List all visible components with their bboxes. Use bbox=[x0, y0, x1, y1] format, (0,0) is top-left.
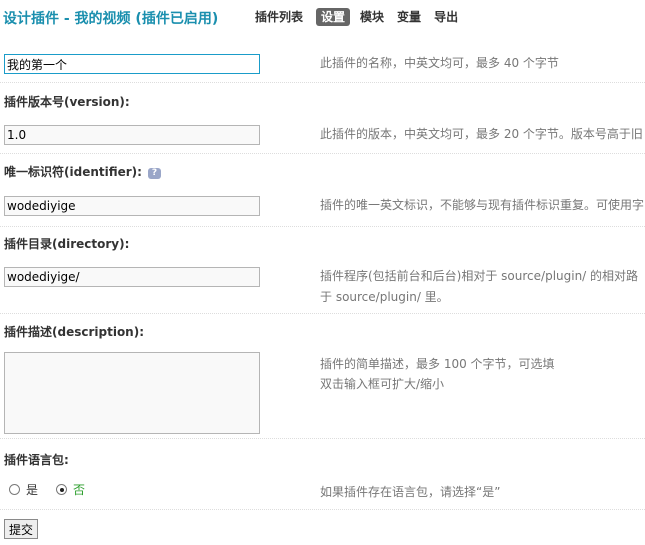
langpack-radio-group: 是 否 bbox=[9, 481, 103, 498]
page-header: 设计插件 - 我的视频 (插件已启用) 插件列表 设置 模块 变量 导出 bbox=[0, 0, 645, 34]
tab-modules[interactable]: 模块 bbox=[360, 8, 384, 26]
tab-settings[interactable]: 设置 bbox=[316, 8, 351, 26]
identifier-input[interactable] bbox=[4, 196, 260, 216]
help-icon[interactable]: ? bbox=[147, 168, 161, 179]
directory-label: 插件目录(directory): bbox=[4, 237, 130, 251]
page-title: 设计插件 - 我的视频 (插件已启用) bbox=[3, 11, 219, 27]
version-label: 插件版本号(version): bbox=[4, 95, 130, 109]
description-label: 插件描述(description): bbox=[4, 325, 145, 339]
langpack-yes-radio[interactable] bbox=[9, 484, 20, 495]
identifier-label: 唯一标识符(identifier): bbox=[4, 165, 142, 179]
identifier-hint: 插件的唯一英文标识，不能够与现有插件标识重复。可使用字 bbox=[320, 198, 645, 212]
langpack-no-label[interactable]: 否 bbox=[73, 481, 85, 498]
directory-hint-line2: 于 source/plugin/ 里。 bbox=[320, 290, 449, 304]
directory-input[interactable] bbox=[4, 267, 260, 287]
langpack-label: 插件语言包: bbox=[4, 453, 69, 467]
tab-variables[interactable]: 变量 bbox=[397, 8, 421, 26]
tab-plugin-list[interactable]: 插件列表 bbox=[255, 8, 303, 26]
version-input[interactable] bbox=[4, 125, 260, 145]
identifier-label-row: 唯一标识符(identifier):? bbox=[4, 163, 161, 180]
directory-hint-line1: 插件程序(包括前台和后台)相对于 source/plugin/ 的相对路 bbox=[320, 269, 639, 283]
description-textarea[interactable] bbox=[4, 352, 260, 434]
langpack-hint: 如果插件存在语言包，请选择“是” bbox=[320, 485, 501, 499]
submit-button[interactable]: 提交 bbox=[4, 519, 39, 539]
plugin-name-hint: 此插件的名称，中英文均可，最多 40 个字节 bbox=[320, 56, 559, 70]
langpack-yes-label[interactable]: 是 bbox=[26, 481, 38, 498]
nav-tabs: 插件列表 设置 模块 变量 导出 bbox=[255, 8, 471, 26]
tab-export[interactable]: 导出 bbox=[434, 8, 458, 26]
description-hint-line1: 插件的简单描述，最多 100 个字节，可选填 bbox=[320, 357, 555, 371]
plugin-name-input[interactable] bbox=[4, 54, 260, 74]
langpack-no-radio[interactable] bbox=[56, 484, 68, 495]
version-hint: 此插件的版本，中英文均可，最多 20 个字节。版本号高于旧 bbox=[320, 127, 643, 141]
description-hint-line2: 双击输入框可扩大/缩小 bbox=[320, 377, 445, 391]
